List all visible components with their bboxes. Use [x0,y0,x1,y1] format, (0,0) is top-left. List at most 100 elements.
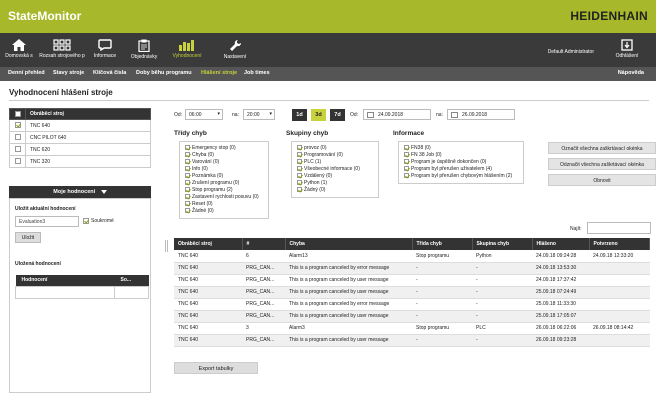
deselect-all-button[interactable]: Odznačit všechna zaškrtávací okénka [548,158,656,170]
filter-item[interactable]: Žádné (0) [185,208,263,215]
nav-information[interactable]: Informace [90,33,120,67]
checkbox[interactable] [185,145,190,151]
filter-item[interactable]: Python (1) [297,180,373,187]
checkbox[interactable] [185,159,190,165]
table-row[interactable]: TNC 320 [9,155,151,168]
col-error-group[interactable]: Skupina chyb [472,238,533,250]
filter-item[interactable]: Varování (0) [185,159,263,166]
nav-settings[interactable]: Nastavení [220,33,250,67]
checkbox[interactable] [297,166,302,172]
table-row[interactable]: TNC 640 [9,119,151,132]
col-rating[interactable]: Hodnocení [15,275,115,286]
table-row[interactable]: TNC 640 PRG_CAN... This is a program cance… [174,298,650,311]
checkbox[interactable] [185,194,190,200]
checkbox[interactable] [15,158,21,165]
filter-item[interactable]: Stop programu (2) [185,187,263,194]
save-button[interactable]: Uložit [15,232,41,243]
checkbox[interactable] [185,152,190,158]
table-row[interactable]: TNC 640 PRG_CAN... This is a program cance… [174,334,650,347]
nav-home[interactable]: Domovská s [4,33,34,67]
filter-item[interactable]: Zrušení programu (0) [185,180,263,187]
checkbox[interactable] [297,180,302,186]
checkbox[interactable] [297,187,302,193]
filter-item[interactable]: FN 38 Job (0) [404,152,518,159]
col-machine[interactable]: Obráběcí stroj [174,238,243,250]
checkbox[interactable] [185,166,190,172]
checkbox[interactable] [297,159,302,165]
filter-item[interactable]: Všeobecné informace (0) [297,166,373,173]
filter-item[interactable]: Poznámka (0) [185,173,263,180]
col-confirmed[interactable]: Potvrzeno [589,238,650,250]
col-error-class[interactable]: Třída chyb [412,238,473,250]
table-row[interactable]: TNC 640 3 Alarm3 Stop programu PLC 26.09.18 0… [174,322,650,335]
tab-job-times[interactable]: Job times [244,70,270,76]
filter-item[interactable]: Chyba (0) [185,152,263,159]
filter-item[interactable]: Info (0) [185,166,263,173]
range-3d-button[interactable]: 3d [311,109,326,121]
panel-splitter-handle[interactable] [165,240,168,252]
checkbox[interactable] [404,173,409,179]
rating-name-input[interactable]: Evaluation3 [15,216,79,227]
checkbox[interactable] [404,166,409,172]
checkbox[interactable] [404,145,409,151]
checkbox[interactable] [297,173,302,179]
time-to-select[interactable]: 20:00 ▾ [243,109,275,120]
tab-machine-messages[interactable]: Hlášení stroje [201,70,237,76]
checkbox[interactable] [404,159,409,165]
checkbox[interactable] [404,152,409,158]
private-checkbox[interactable] [83,218,89,224]
range-7d-button[interactable]: 7d [330,109,345,121]
my-ratings-button[interactable]: Moje hodnocení [9,186,151,198]
filter-item[interactable]: Emergency stop (0) [185,145,263,152]
col-number[interactable]: # [242,238,286,250]
filter-item[interactable]: Program byl přerušen uživatelem (4) [404,166,518,173]
search-input[interactable] [587,222,651,234]
checkbox[interactable] [185,180,190,186]
table-row[interactable]: TNC 640 6 Alarm13 Stop programu Python 24.09.… [174,250,650,263]
checkbox[interactable] [297,152,302,158]
range-1d-button[interactable]: 1d [292,109,307,121]
filter-item[interactable]: Vzdálený (0) [297,173,373,180]
logout-button[interactable]: Odhlášení [610,33,644,67]
col-so[interactable]: So... [114,275,149,286]
filter-item[interactable]: Zastavení rychlosti posuvu (0) [185,194,263,201]
table-row[interactable]: TNC 640 PRG_CAN... This is a program cance… [174,274,650,287]
tab-key-figures[interactable]: Klíčová čísla [93,70,126,76]
filter-item[interactable]: PLC (1) [297,159,373,166]
checkbox[interactable] [297,145,302,151]
select-all-button[interactable]: Označit všechna zaškrtávací okénka [548,142,656,154]
filter-item[interactable]: Program byl přerušen chybovým hlášením (… [404,173,518,180]
tab-daily-overview[interactable]: Denní přehled [8,70,45,76]
col-reported[interactable]: Hlášeno [532,238,590,250]
table-row[interactable]: CNC PILOT 640 [9,131,151,144]
date-from-input[interactable]: 24.09.2018 [363,109,431,120]
checkbox[interactable] [15,146,21,153]
checkbox[interactable] [185,173,190,179]
select-all-machines[interactable] [9,108,26,120]
checkbox[interactable] [185,208,190,214]
tab-program-runtimes[interactable]: Doby běhu programu [136,70,192,76]
checkbox[interactable] [185,201,190,207]
table-row[interactable]: TNC 640 PRG_CAN... This is a program cance… [174,286,650,299]
table-row[interactable]: TNC 620 [9,143,151,156]
checkbox[interactable] [15,110,21,117]
filter-item[interactable]: Žádný (0) [297,187,373,194]
filter-item[interactable]: provoz (0) [297,145,373,152]
refresh-button[interactable]: Obnovit [548,174,656,186]
filter-item[interactable]: Program je úspěšně dokončen (0) [404,159,518,166]
col-error[interactable]: Chyba [285,238,413,250]
export-table-button[interactable]: Export tabulky [174,362,258,374]
table-row[interactable]: TNC 640 PRG_CAN... This is a program cance… [174,262,650,275]
table-row[interactable]: TNC 640 PRG_CAN... This is a program cance… [174,310,650,323]
filter-item[interactable]: FN38 (0) [404,145,518,152]
filter-item[interactable]: Programování (0) [297,152,373,159]
checkbox[interactable] [15,122,21,129]
filter-item[interactable]: Reset (0) [185,201,263,208]
checkbox[interactable] [185,187,190,193]
tab-machine-states[interactable]: Stavy stroje [53,70,84,76]
nav-evaluation[interactable]: Vyhodnocení [168,33,206,67]
date-to-input[interactable]: 26.09.2018 [447,109,515,120]
checkbox[interactable] [15,134,21,141]
help-link[interactable]: Nápověda [618,70,644,76]
time-from-select[interactable]: 06:00 ▾ [185,109,223,120]
